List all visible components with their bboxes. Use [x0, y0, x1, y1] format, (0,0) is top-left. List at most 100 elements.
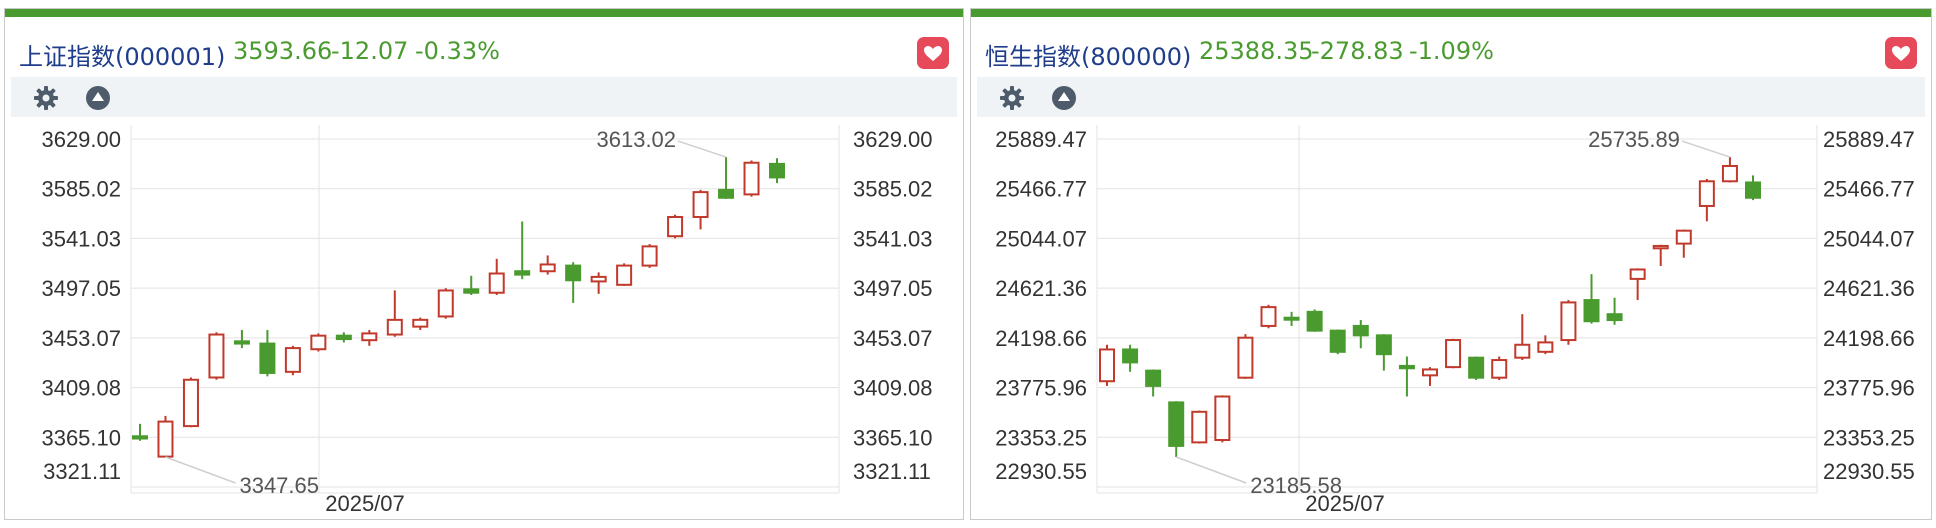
candle-body-up[interactable]	[1560, 301, 1577, 342]
index-title[interactable]: 恒生指数(800000)	[985, 37, 1191, 72]
heart-icon	[1892, 46, 1910, 61]
y-tick-label-left: 22930.55	[995, 459, 1087, 484]
candle-body-up[interactable]	[1514, 343, 1531, 359]
candle-body-up[interactable]	[1191, 410, 1208, 444]
y-tick-label-right: 25466.77	[1823, 177, 1915, 202]
candle-body-up[interactable]	[1652, 244, 1669, 250]
collapse-up-icon[interactable]	[1051, 85, 1077, 111]
favorite-heart-button[interactable]	[917, 37, 949, 69]
candle-body-up[interactable]	[539, 263, 556, 273]
y-tick-label-left: 3321.11	[43, 459, 121, 484]
candle-body-down[interactable]	[1745, 181, 1761, 199]
candlestick-chart: 3629.00 3629.00 3585.02 3585.02 3541.03 3541.…	[41, 125, 933, 516]
candle-body-down[interactable]	[463, 288, 480, 294]
candle-body-down[interactable]	[1583, 299, 1600, 323]
collapse-up-icon[interactable]	[85, 85, 111, 111]
candle-body-up[interactable]	[1445, 339, 1462, 369]
index-title[interactable]: 上证指数(000001)	[19, 37, 225, 72]
candle-body-up[interactable]	[488, 272, 505, 294]
y-tick-label-right: 23353.25	[1823, 425, 1915, 450]
candle-body-up[interactable]	[157, 420, 174, 458]
index-change: -12.07	[331, 37, 409, 65]
candle-body-down[interactable]	[565, 264, 582, 282]
panel-top-bar	[5, 9, 963, 17]
y-tick-label-right: 23775.96	[1823, 376, 1915, 401]
candle-body-down[interactable]	[1329, 329, 1346, 353]
candle-body-up[interactable]	[208, 333, 225, 379]
candle-body-up[interactable]	[1698, 180, 1715, 207]
y-tick-label-right: 3453.07	[853, 326, 933, 351]
candle-body-down[interactable]	[1306, 310, 1323, 332]
y-tick-label-right: 3629.00	[853, 127, 933, 152]
candle-body-up[interactable]	[412, 318, 429, 328]
candle-body-down[interactable]	[1375, 334, 1392, 356]
candle-body-up[interactable]	[182, 378, 199, 428]
y-tick-label-left: 3585.02	[41, 177, 121, 202]
candle-body-up[interactable]	[1237, 336, 1254, 379]
index-name: 恒生指数	[985, 43, 1081, 71]
candle-body-up[interactable]	[1260, 306, 1277, 327]
candle-body-down[interactable]	[1398, 364, 1415, 370]
candle-body-up[interactable]	[1675, 229, 1692, 245]
index-name: 上证指数	[19, 43, 115, 71]
y-tick-label-right: 3585.02	[853, 177, 933, 202]
panel-header: 上证指数(000001) 3593.66 -12.07 -0.33%	[5, 17, 963, 81]
y-tick-label-left: 25466.77	[995, 177, 1087, 202]
candle-body-up[interactable]	[1721, 164, 1738, 183]
candle-body-up[interactable]	[743, 161, 760, 196]
candle-body-down[interactable]	[769, 162, 785, 179]
candle-body-up[interactable]	[641, 245, 658, 267]
candle-body-up[interactable]	[616, 264, 633, 286]
candle-body-up[interactable]	[361, 332, 378, 342]
candle-body-down[interactable]	[514, 270, 531, 276]
candle-body-down[interactable]	[132, 435, 148, 440]
candle-body-up[interactable]	[1422, 368, 1438, 377]
candle-body-down[interactable]	[259, 342, 276, 374]
candle-body-down[interactable]	[1122, 348, 1139, 364]
favorite-heart-button[interactable]	[1885, 37, 1917, 69]
low-annotation: 3347.65	[239, 473, 319, 498]
candle-body-up[interactable]	[437, 289, 454, 318]
y-tick-label-left: 3409.08	[41, 376, 121, 401]
y-tick-label-left: 3497.05	[41, 276, 121, 301]
gear-icon[interactable]	[999, 85, 1025, 111]
candle-body-up[interactable]	[284, 347, 301, 373]
candle-body-up[interactable]	[386, 318, 403, 336]
candle-body-down[interactable]	[233, 340, 250, 345]
candle-body-down[interactable]	[1352, 324, 1369, 337]
candle-body-up[interactable]	[1629, 268, 1646, 280]
gear-icon[interactable]	[33, 85, 59, 111]
y-tick-label-left: 24198.66	[995, 326, 1087, 351]
candle-body-down[interactable]	[1168, 401, 1185, 447]
panel-top-bar	[971, 9, 1931, 17]
candle-body-up[interactable]	[1491, 359, 1508, 379]
y-tick-label-right: 24621.36	[1823, 276, 1915, 301]
index-panel-shanghai: 上证指数(000001) 3593.66 -12.07 -0.33% 3629.…	[4, 8, 964, 520]
candle-body-up[interactable]	[1099, 348, 1115, 383]
index-change: -278.83	[1311, 37, 1404, 65]
y-tick-label-left: 24621.36	[995, 276, 1087, 301]
y-tick-label-right: 3321.11	[853, 459, 931, 484]
index-change-pct: -0.33%	[415, 37, 500, 65]
low-leader-line	[165, 456, 236, 484]
candle-body-up[interactable]	[1214, 395, 1231, 442]
y-tick-label-left: 25889.47	[995, 127, 1087, 152]
candle-body-up[interactable]	[310, 334, 327, 351]
panel-header: 恒生指数(800000) 25388.35 -278.83 -1.09%	[971, 17, 1931, 81]
candle-body-down[interactable]	[1283, 316, 1300, 321]
candle-body-up[interactable]	[692, 191, 709, 218]
candle-body-down[interactable]	[1606, 313, 1623, 322]
candle-body-up[interactable]	[1537, 341, 1554, 353]
candle-body-up[interactable]	[667, 215, 684, 238]
candle-body-down[interactable]	[335, 334, 352, 341]
candle-body-down[interactable]	[1468, 356, 1485, 379]
y-tick-label-left: 23353.25	[995, 425, 1087, 450]
index-price: 25388.35	[1199, 37, 1314, 65]
candle-body-down[interactable]	[718, 188, 735, 199]
candle-body-up[interactable]	[590, 275, 607, 283]
candle-body-down[interactable]	[1145, 369, 1162, 387]
high-leader-line	[677, 140, 727, 158]
chart-toolbar	[11, 77, 957, 117]
y-tick-label-left: 25044.07	[995, 226, 1087, 251]
y-tick-label-left: 3541.03	[41, 226, 121, 251]
